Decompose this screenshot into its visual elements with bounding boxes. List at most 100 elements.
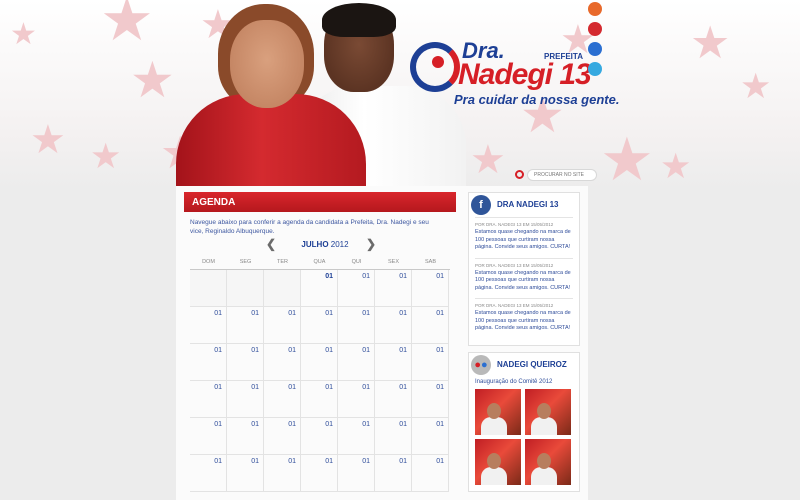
post-text[interactable]: Estamos quase chegando na marca de 100 p… [475,270,573,293]
facebook-icon[interactable]: f [471,195,491,215]
decorative-star: ★ [100,0,154,55]
next-month-button[interactable]: ❯ [366,238,376,250]
album-photo[interactable] [525,388,571,435]
youtube-icon[interactable] [588,22,602,36]
calendar-day[interactable]: 01 [338,344,375,381]
search-icon[interactable] [515,170,524,179]
calendar-empty-cell[interactable] [264,270,301,307]
twitter-icon[interactable] [588,62,602,76]
calendar-day[interactable]: 01 [190,307,227,344]
calendar-day[interactable]: 01 [375,307,412,344]
calendar-day[interactable]: 01 [227,381,264,418]
calendar-day[interactable]: 01 [301,270,338,307]
facebook-post[interactable]: POR DRA. NADEGI 13 EM 15/05/2012 Estamos … [475,257,573,299]
month-label: JULHO 2012 [284,240,366,249]
social-links [588,2,602,82]
calendar-day[interactable]: 01 [375,455,412,492]
rss-icon[interactable] [588,2,602,16]
calendar-day[interactable]: 01 [264,455,301,492]
weekday-label: DOM [202,259,215,265]
slogan: Pra cuidar da nossa gente. [454,92,620,107]
decorative-star: ★ [10,17,37,52]
search-input[interactable] [527,169,597,181]
weekday-label: TER [277,259,288,265]
calendar-day[interactable]: 01 [375,418,412,455]
calendar-day[interactable]: 01 [412,381,449,418]
calendar-day[interactable]: 01 [338,418,375,455]
agenda-intro: Navegue abaixo para conferir a agenda da… [190,219,429,235]
calendar-day[interactable]: 01 [375,344,412,381]
album-photo[interactable] [475,388,521,435]
calendar-day[interactable]: 01 [301,381,338,418]
photo-person-face [537,402,551,419]
calendar-day[interactable]: 01 [264,344,301,381]
flickr-icon[interactable] [588,42,602,56]
weekday-label: QUI [351,259,362,265]
logo-mark-icon [410,42,460,92]
calendar-day[interactable]: 01 [301,307,338,344]
calendar-day[interactable]: 01 [264,418,301,455]
post-text[interactable]: Estamos quase chegando na marca de 100 p… [475,229,573,252]
post-meta: POR DRA. NADEGI 13 EM 15/05/2012 [475,262,554,268]
calendar-day[interactable]: 01 [338,307,375,344]
calendar-day[interactable]: 01 [412,418,449,455]
calendar-day[interactable]: 01 [338,381,375,418]
month-name: JULHO [301,240,329,249]
flickr-icon[interactable]: ●● [471,354,491,375]
calendar-day[interactable]: 01 [301,455,338,492]
site-search [515,169,597,181]
previous-month-button[interactable]: ❮ [266,238,276,250]
calendar-weekdays: DOM SEG TER QUA QUI SEX SAB [190,256,450,270]
calendar-day[interactable]: 01 [190,455,227,492]
facebook-post[interactable]: POR DRA. NADEGI 13 EM 15/05/2012 Estamos … [475,298,573,339]
calendar-day[interactable]: 01 [412,455,449,492]
photo-person-body [481,466,507,485]
post-text[interactable]: Estamos quase chegando na marca de 100 p… [475,310,573,333]
calendar-day[interactable]: 01 [190,418,227,455]
weekday-label: SEX [387,259,399,265]
candidate-face [230,20,304,108]
decorative-star: ★ [740,67,772,107]
calendar-day[interactable]: 01 [227,418,264,455]
calendar-day[interactable]: 01 [301,344,338,381]
calendar-day[interactable]: 01 [338,270,375,307]
flickr-panel: ●● NADEGI QUEIROZ Inauguração do Comitê … [468,351,580,492]
facebook-panel-title[interactable]: DRA NADEGI 13 [497,200,559,209]
photo-person-body [481,416,507,435]
calendar-day[interactable]: 01 [227,344,264,381]
photo-person-face [537,452,551,469]
logo-name-text: Nadegi [458,58,553,91]
calendar-day[interactable]: 01 [412,307,449,344]
weekday-label: QUA [313,259,326,265]
calendar-day[interactable]: 01 [412,344,449,381]
photo-person-face [487,402,501,419]
calendar-day[interactable]: 01 [412,270,449,307]
calendar-day[interactable]: 01 [264,381,301,418]
album-title[interactable]: Inauguração do Comitê 2012 [475,379,573,385]
calendar-day[interactable]: 01 [190,344,227,381]
calendar-day[interactable]: 01 [375,381,412,418]
calendar-day[interactable]: 01 [338,455,375,492]
calendar-day[interactable]: 01 [301,418,338,455]
flickr-panel-title[interactable]: NADEGI QUEIROZ [497,360,567,369]
calendar-day[interactable]: 01 [264,307,301,344]
weekday-label: SEG [239,259,252,265]
calendar-day[interactable]: 01 [227,307,264,344]
vice-candidate-hair [322,3,396,37]
decorative-star: ★ [660,147,692,187]
calendar-empty-cell[interactable] [227,270,264,307]
weekday-label: SAB [424,259,436,265]
calendar-grid: 01 01 01 01 01 01 01 01 01 01 01 01 01 01 01 01 01 01 01 01… [190,270,450,492]
photo-person-body [531,416,557,435]
calendar-day[interactable]: 01 [190,381,227,418]
logo-number: 13 [559,58,591,91]
calendar-empty-cell[interactable] [190,270,227,307]
calendar-day[interactable]: 01 [227,455,264,492]
album-photo[interactable] [525,438,571,485]
post-meta: POR DRA. NADEGI 13 EM 15/05/2012 [475,303,554,308]
month-year: 2012 [330,240,349,249]
facebook-post[interactable]: POR DRA. NADEGI 13 EM 15/05/2012 Estamos … [475,217,573,258]
decorative-star: ★ [130,51,175,109]
calendar-day[interactable]: 01 [375,270,412,307]
album-photo[interactable] [475,438,521,485]
